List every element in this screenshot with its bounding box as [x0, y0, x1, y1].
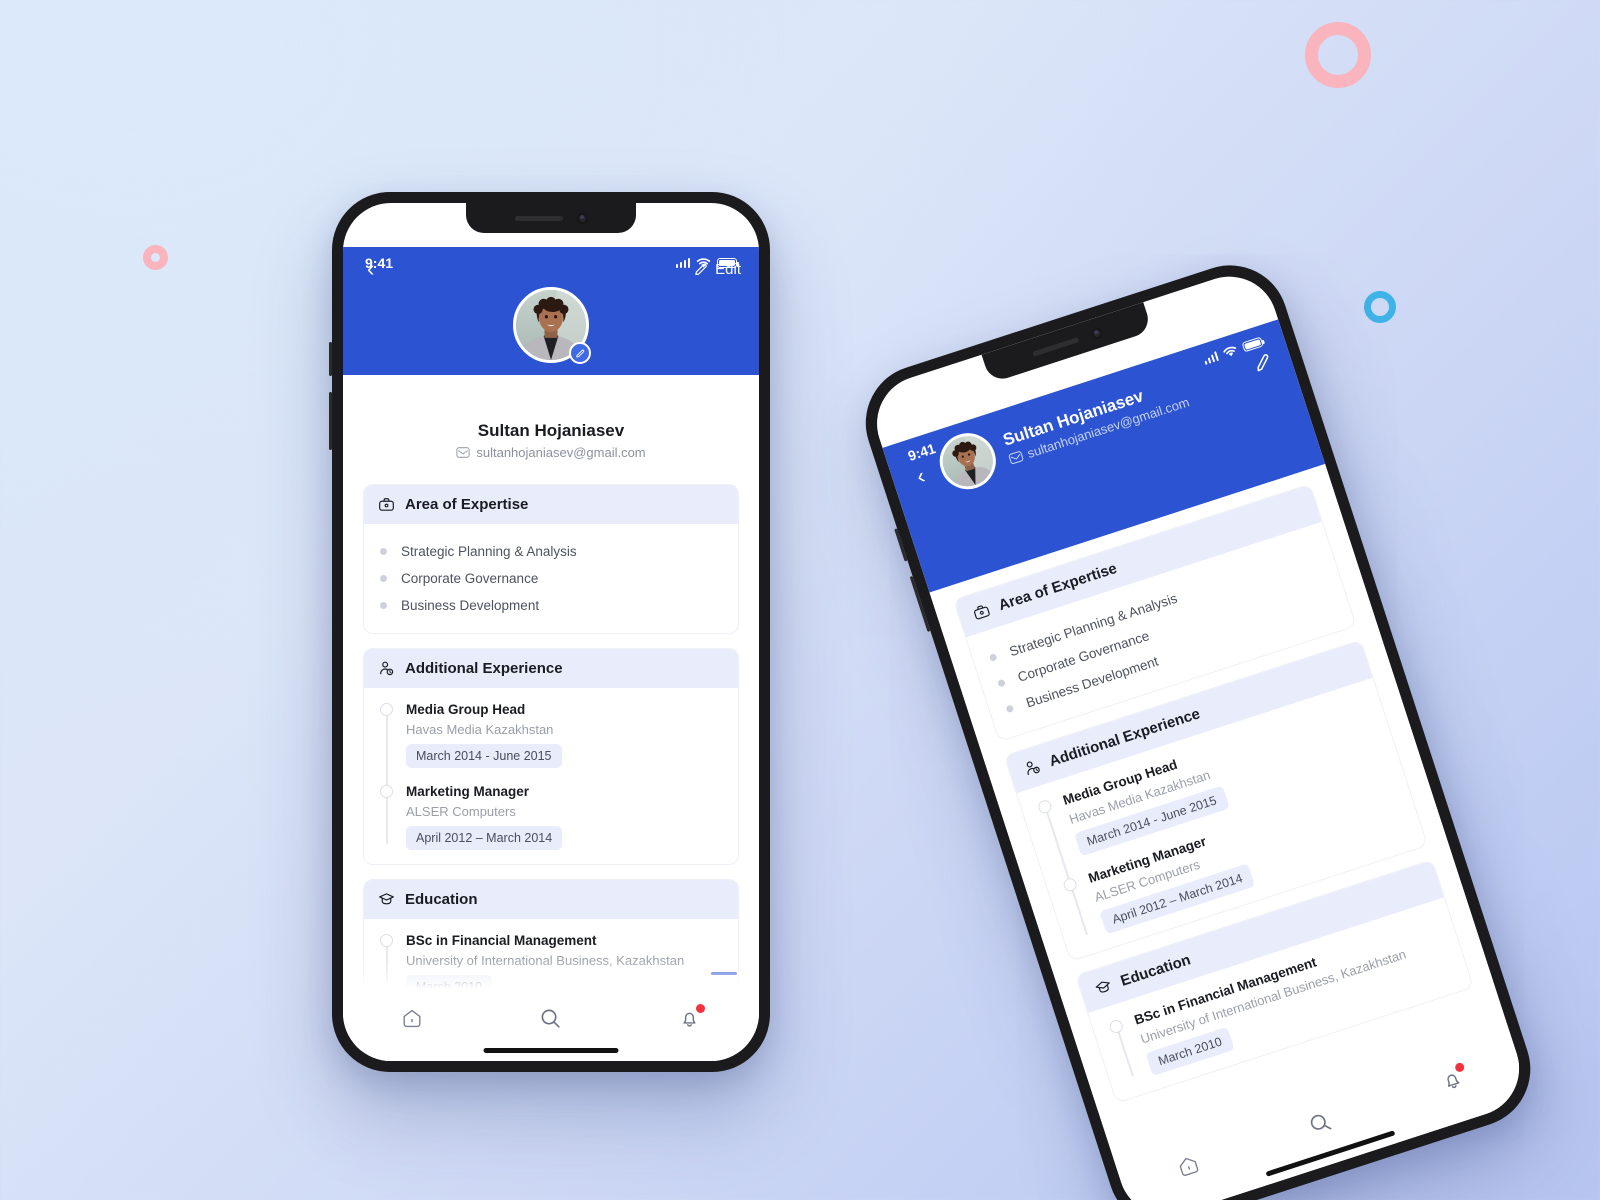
experience-role: Marketing Manager	[406, 784, 530, 799]
card-title: Additional Experience	[405, 660, 563, 677]
battery-icon	[717, 258, 739, 268]
card-header: Additional Experience	[364, 649, 738, 688]
bullet-dot	[380, 575, 387, 582]
home-indicator[interactable]	[1265, 1130, 1396, 1177]
bullet-dot	[380, 602, 387, 609]
notch	[466, 203, 636, 233]
earpiece-speaker	[514, 215, 563, 221]
front-camera	[1089, 326, 1104, 341]
timeline-node	[380, 785, 393, 798]
list-item-label: Business Development	[401, 598, 540, 613]
list-item: Business Development	[380, 592, 722, 619]
timeline: Media Group Head Havas Media Kazakhstan …	[380, 702, 722, 850]
pencil-badge-icon	[575, 349, 584, 357]
signal-bars-icon	[1202, 351, 1220, 366]
home-icon	[403, 1009, 421, 1028]
timeline-node	[1036, 798, 1054, 815]
graduation-cap-icon	[379, 893, 394, 905]
education-degree: BSc in Financial Management	[406, 933, 597, 948]
tab-notifications[interactable]	[1428, 1057, 1477, 1102]
home-icon	[1179, 1157, 1199, 1176]
timeline-node	[380, 934, 393, 947]
search-icon	[542, 1009, 561, 1028]
list-item-label: Strategic Planning & Analysis	[401, 544, 577, 559]
content-fade	[343, 959, 759, 989]
person-clock-icon	[380, 661, 394, 676]
phone-mockup-back: 9:41 ‹ Sultan Hojaniasev sultanhojaniase…	[850, 250, 1546, 1200]
bottom-tab-bar	[343, 989, 759, 1061]
card-title: Education	[405, 891, 478, 908]
tab-search[interactable]	[531, 1001, 571, 1035]
avatar-edit-badge[interactable]	[569, 342, 591, 364]
experience-org: ALSER Computers	[406, 804, 516, 819]
list-item: Strategic Planning & Analysis	[380, 538, 722, 565]
person-clock-icon	[1026, 761, 1040, 776]
bullet-dot	[997, 678, 1006, 688]
experience-role: Media Group Head	[406, 702, 526, 717]
earpiece-speaker	[1031, 336, 1079, 357]
briefcase-icon	[974, 605, 990, 620]
experience-list: Media Group Head Havas Media Kazakhstan …	[364, 688, 738, 864]
phone-mockup-front: 9:41 ‹ Edit Sultan Hojaniasev sultanhoja…	[329, 192, 770, 1072]
list-item: Marketing Manager ALSER Computers April …	[380, 784, 722, 850]
profile-name: Sultan Hojaniasev	[477, 421, 625, 440]
avatar-container[interactable]	[513, 287, 591, 364]
card-title: Area of Expertise	[405, 496, 529, 513]
bullet-dot	[380, 548, 387, 555]
graduation-cap-icon	[1095, 981, 1110, 993]
signal-bars-icon	[675, 258, 690, 268]
search-icon	[1311, 1114, 1332, 1130]
profile-email: sultanhojaniasev@gmail.com	[363, 445, 739, 460]
home-indicator[interactable]	[483, 1048, 619, 1053]
profile-email-text: sultanhojaniasev@gmail.com	[476, 445, 646, 460]
phone2-screen: 9:41 ‹ Sultan Hojaniasev sultanhojaniase…	[864, 264, 1532, 1200]
wifi-icon	[1223, 346, 1237, 357]
card-header: Education	[364, 880, 738, 919]
tab-home[interactable]	[392, 1001, 432, 1035]
experience-period: March 2014 - June 2015	[406, 744, 562, 768]
timeline-node	[380, 703, 393, 716]
tab-search[interactable]	[1296, 1100, 1345, 1145]
list-item: Corporate Governance	[380, 565, 722, 592]
status-bar: 9:41	[343, 247, 759, 279]
tab-notifications[interactable]	[670, 1001, 710, 1035]
mail-icon	[456, 447, 471, 458]
card-area-of-expertise: Area of Expertise Strategic Planning & A…	[363, 484, 739, 634]
expertise-list: Strategic Planning & Analysis Corporate …	[364, 524, 738, 633]
list-item: Media Group Head Havas Media Kazakhstan …	[380, 702, 722, 784]
mail-icon	[1008, 450, 1024, 464]
wifi-icon	[696, 258, 711, 268]
profile-body: Sultan Hojaniasev sultanhojaniasev@gmail…	[343, 375, 759, 1014]
status-time: 9:41	[365, 255, 394, 271]
decorative-ring-pink-small	[143, 245, 168, 270]
front-camera	[576, 212, 588, 224]
bullet-dot	[1005, 704, 1015, 714]
card-additional-experience: Additional Experience Media Group Head H…	[363, 648, 739, 865]
status-time: 9:41	[905, 440, 938, 464]
timeline-node	[1062, 876, 1079, 893]
bullet-dot	[988, 653, 998, 662]
card-header: Area of Expertise	[364, 485, 738, 524]
decorative-ring-blue	[1364, 291, 1396, 323]
timeline-node	[1108, 1018, 1125, 1035]
list-item-label: Corporate Governance	[401, 571, 539, 586]
decorative-ring-pink-large	[1305, 22, 1371, 88]
experience-org: Havas Media Kazakhstan	[406, 722, 554, 737]
phone1-screen: 9:41 ‹ Edit Sultan Hojaniasev sultanhoja…	[343, 203, 759, 1061]
notification-badge	[695, 1004, 705, 1013]
briefcase-icon	[379, 498, 394, 511]
tab-home[interactable]	[1164, 1143, 1213, 1188]
battery-icon	[1241, 336, 1264, 353]
experience-period: April 2012 – March 2014	[406, 826, 563, 850]
